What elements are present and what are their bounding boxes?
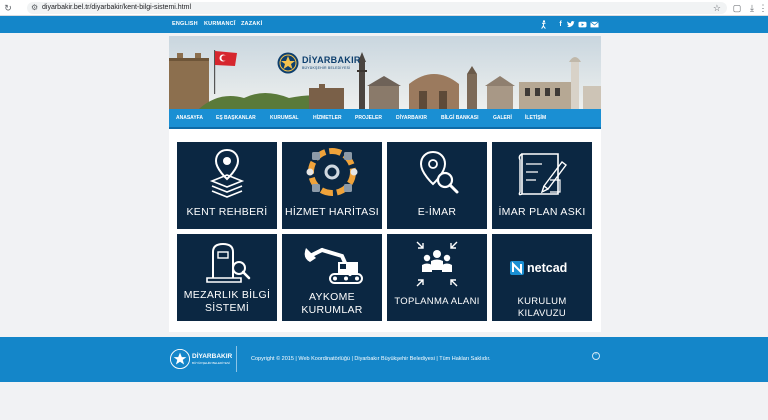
- tile-label: TOPLANMA ALANI: [394, 296, 480, 307]
- city-skyline-image: [169, 36, 601, 109]
- city-banner: DİYARBAKIR BÜYÜKŞEHİR BELEDİYESİ: [169, 36, 601, 109]
- map-search-icon: [419, 150, 459, 194]
- main-panel: DİYARBAKIR BÜYÜKŞEHİR BELEDİYESİ ANASAYF…: [169, 36, 601, 332]
- footer-emblem-icon: [170, 349, 190, 369]
- menu-item-galeri[interactable]: GALERİ: [493, 109, 512, 128]
- tile-label-line2: SİSTEMİ: [204, 302, 250, 314]
- site-info-icon[interactable]: ⚙: [31, 2, 38, 14]
- footer-logo-subtitle: BÜYÜKŞEHİR BELEDİYESİ: [192, 361, 230, 365]
- logo-subtitle: BÜYÜKŞEHİR BELEDİYESİ: [302, 66, 351, 70]
- menu-item-iletisim[interactable]: İLETİŞİM: [525, 109, 546, 128]
- tile-label-line2: KURUMLAR: [301, 304, 363, 316]
- menu-dots-icon[interactable]: ⋮: [757, 2, 768, 14]
- tile-imar-plan-aski[interactable]: İMAR PLAN ASKI: [492, 142, 592, 229]
- plan-drawing-icon: [518, 153, 567, 196]
- footer-logo[interactable]: DİYARBAKIR BÜYÜKŞEHİR BELEDİYESİ: [170, 346, 232, 372]
- grave-search-icon: [206, 242, 251, 283]
- tile-e-imar[interactable]: E-İMAR: [387, 142, 487, 229]
- tile-toplanma-alani[interactable]: TOPLANMA ALANI: [387, 234, 487, 321]
- lang-zazaki[interactable]: ZAZAKİ: [241, 16, 262, 33]
- accessibility-icon[interactable]: [539, 20, 548, 29]
- service-gears-icon: [306, 148, 358, 196]
- footer-divider: [236, 346, 237, 372]
- tile-aykome-kurumlar[interactable]: AYKOME KURUMLAR: [282, 234, 382, 321]
- gathering-icon: [416, 241, 458, 287]
- lang-english[interactable]: ENGLISH: [172, 16, 198, 33]
- youtube-icon[interactable]: [578, 20, 587, 29]
- tile-label: KENT REHBERİ: [186, 206, 268, 218]
- menu-item-bilgi-bankasi[interactable]: BİLGİ BANKASI: [441, 109, 479, 128]
- service-tiles: KENT REHBERİ HİZMET HARİTASI E-İMAR İMAR…: [169, 134, 601, 332]
- footer-logo-title: DİYARBAKIR: [192, 353, 233, 360]
- netcad-mark-icon: [510, 261, 524, 275]
- lang-kurmanci[interactable]: KURMANCÎ: [204, 16, 236, 33]
- bookmark-star-icon[interactable]: ☆: [713, 2, 721, 14]
- facebook-icon[interactable]: f: [556, 20, 565, 29]
- menu-item-projeler[interactable]: PROJELER: [355, 109, 382, 128]
- url-text: diyarbakir.bel.tr/diyarbakir/kent-bilgi-…: [42, 4, 191, 11]
- menu-item-kurumsal[interactable]: KURUMSAL: [270, 109, 299, 128]
- excavator-icon: [304, 248, 363, 284]
- twitter-icon[interactable]: [566, 20, 575, 29]
- logo-title: DİYARBAKIR: [302, 55, 361, 65]
- netcad-brand-text: netcad: [527, 261, 568, 275]
- site-logo[interactable]: DİYARBAKIR BÜYÜKŞEHİR BELEDİYESİ: [277, 50, 361, 76]
- tile-label: AYKOME: [309, 291, 355, 303]
- tile-hizmet-haritasi[interactable]: HİZMET HARİTASI: [282, 142, 382, 229]
- address-bar[interactable]: ⚙ diyarbakir.bel.tr/diyarbakir/kent-bilg…: [27, 2, 727, 14]
- tile-label: İMAR PLAN ASKI: [498, 206, 586, 218]
- tile-label: E-İMAR: [417, 206, 457, 218]
- tile-label: MEZARLIK BİLGİ: [183, 289, 271, 301]
- menu-item-hizmetler[interactable]: HİZMETLER: [313, 109, 342, 128]
- menu-item-diyarbakir[interactable]: DİYARBAKIR: [396, 109, 427, 128]
- browser-toolbar: ↻ ⚙ diyarbakir.bel.tr/diyarbakir/kent-bi…: [0, 0, 768, 16]
- tile-label: HİZMET HARİTASI: [285, 206, 379, 218]
- reload-icon[interactable]: ↻: [2, 2, 14, 14]
- tile-kurulum-kilavuzu[interactable]: netcad KURULUM KILAVUZU: [492, 234, 592, 321]
- copyright-text: Copyright © 2015 | Web Koordinatörlüğü |…: [251, 356, 491, 362]
- menu-item-es-baskanlar[interactable]: EŞ BAŞKANLAR: [216, 109, 256, 128]
- tile-label: KURULUM KILAVUZU: [517, 296, 567, 319]
- tile-mezarlik-bilgi-sistemi[interactable]: MEZARLIK BİLGİ SİSTEMİ: [177, 234, 277, 321]
- mail-icon[interactable]: [590, 20, 599, 29]
- menu-item-anasayfa[interactable]: ANASAYFA: [176, 109, 203, 128]
- main-navigation: ANASAYFA EŞ BAŞKANLAR KURUMSAL HİZMETLER…: [169, 109, 601, 129]
- map-pin-layers-icon: [209, 148, 245, 198]
- scroll-top-icon[interactable]: ⌃: [592, 352, 600, 360]
- tile-kent-rehberi[interactable]: KENT REHBERİ: [177, 142, 277, 229]
- site-footer: DİYARBAKIR BÜYÜKŞEHİR BELEDİYESİ Copyrig…: [0, 337, 768, 382]
- extensions-icon[interactable]: ▢: [731, 2, 743, 14]
- netcad-logo: netcad: [510, 260, 576, 276]
- top-language-bar: ENGLISH KURMANCÎ ZAZAKİ f: [0, 16, 768, 33]
- logo-emblem-icon: [277, 52, 299, 74]
